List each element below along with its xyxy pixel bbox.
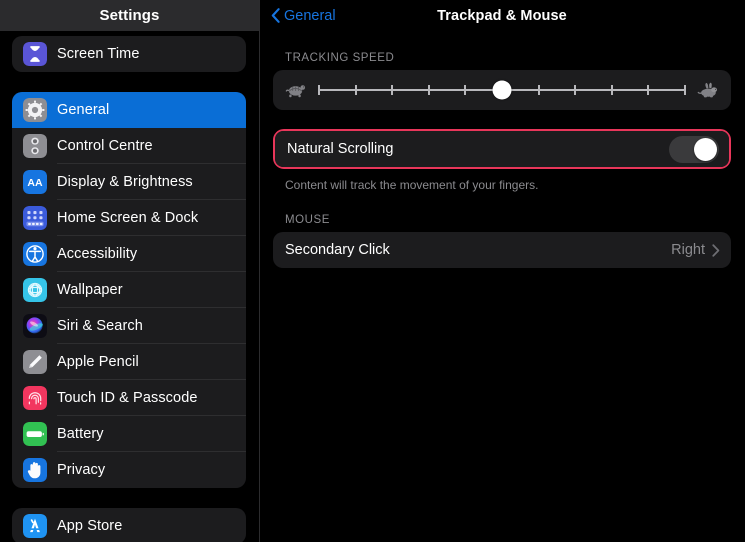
control-centre-icon bbox=[23, 134, 47, 158]
tracking-speed-row[interactable] bbox=[273, 70, 731, 110]
sidebar-title: Settings bbox=[99, 7, 160, 24]
sidebar-scroll-area[interactable]: Screen Time General Control Centre AA Dis… bbox=[0, 0, 259, 542]
back-button[interactable]: General bbox=[271, 0, 336, 31]
battery-icon bbox=[23, 422, 47, 446]
privacy-icon bbox=[23, 458, 47, 482]
detail-pane: General Trackpad & Mouse TRACKING SPEED bbox=[259, 0, 745, 542]
sidebar-item-label: App Store bbox=[57, 518, 123, 534]
sidebar-item-wallpaper[interactable]: Wallpaper bbox=[12, 272, 246, 308]
sidebar-item-label: Display & Brightness bbox=[57, 174, 193, 190]
sidebar-item-label: Home Screen & Dock bbox=[57, 210, 199, 226]
back-button-label: General bbox=[284, 7, 336, 24]
sidebar-item-apple-pencil[interactable]: Apple Pencil bbox=[12, 344, 246, 380]
slider-thumb[interactable] bbox=[492, 80, 512, 100]
toggle-knob bbox=[694, 137, 717, 161]
sidebar-item-label: Privacy bbox=[57, 462, 106, 478]
sidebar-item-battery[interactable]: Battery bbox=[12, 416, 246, 452]
slider-tick bbox=[684, 85, 686, 95]
tracking-speed-section-header: TRACKING SPEED bbox=[285, 52, 395, 64]
sidebar-group-group-store: App Store bbox=[12, 508, 246, 542]
slider-tick bbox=[427, 85, 430, 95]
sidebar-group-list: Screen Time General Control Centre AA Dis… bbox=[0, 36, 259, 542]
chevron-right-icon bbox=[712, 243, 720, 257]
detail-body: TRACKING SPEED Natural Scrolling Content… bbox=[259, 31, 745, 269]
sidebar-item-label: Screen Time bbox=[57, 46, 140, 62]
ipad-settings-window: Screen Time General Control Centre AA Dis… bbox=[0, 0, 745, 542]
secondary-click-label: Secondary Click bbox=[285, 242, 390, 259]
gear-icon bbox=[23, 98, 47, 122]
slider-tick bbox=[574, 85, 577, 95]
sidebar-item-home-screen-and-dock[interactable]: Home Screen & Dock bbox=[12, 200, 246, 236]
slider-tick bbox=[464, 85, 467, 95]
natural-scrolling-highlight: Natural Scrolling bbox=[273, 129, 731, 169]
tracking-speed-card bbox=[273, 70, 731, 110]
svg-text:AA: AA bbox=[27, 177, 43, 189]
slider-tick bbox=[610, 85, 613, 95]
display-brightness-icon: AA bbox=[23, 170, 47, 194]
natural-scrolling-toggle[interactable] bbox=[669, 135, 719, 163]
natural-scrolling-label: Natural Scrolling bbox=[287, 141, 394, 157]
slider-tick bbox=[318, 85, 320, 95]
sidebar-item-control-centre[interactable]: Control Centre bbox=[12, 128, 246, 164]
sidebar-item-label: Wallpaper bbox=[57, 282, 123, 298]
sidebar-item-accessibility[interactable]: Accessibility bbox=[12, 236, 246, 272]
sidebar-group-group-top: Screen Time bbox=[12, 36, 246, 72]
tracking-speed-slider[interactable] bbox=[318, 79, 686, 101]
chevron-left-icon bbox=[271, 8, 280, 23]
wallpaper-icon bbox=[23, 278, 47, 302]
sidebar-item-general[interactable]: General bbox=[12, 92, 246, 128]
slider-tick bbox=[537, 85, 540, 95]
mouse-section-header: MOUSE bbox=[285, 214, 330, 227]
detail-header: General Trackpad & Mouse bbox=[259, 0, 745, 31]
sidebar-item-display-and-brightness[interactable]: AA Display & Brightness bbox=[12, 164, 246, 200]
sidebar-item-label: Apple Pencil bbox=[57, 354, 139, 370]
settings-sidebar: Screen Time General Control Centre AA Dis… bbox=[0, 0, 259, 542]
home-screen-dock-icon bbox=[23, 206, 47, 230]
siri-search-icon bbox=[23, 314, 47, 338]
sidebar-item-label: Accessibility bbox=[57, 246, 138, 262]
slider-tick bbox=[391, 85, 394, 95]
hourglass-icon bbox=[23, 42, 47, 66]
sidebar-item-app-store[interactable]: App Store bbox=[12, 508, 246, 542]
sidebar-item-screen-time[interactable]: Screen Time bbox=[12, 36, 246, 72]
mouse-card: Secondary Click Right bbox=[273, 232, 731, 269]
sidebar-header: Settings bbox=[0, 0, 259, 31]
sidebar-item-label: Siri & Search bbox=[57, 318, 143, 334]
sidebar-item-label: Battery bbox=[57, 426, 104, 442]
sidebar-item-privacy[interactable]: Privacy bbox=[12, 452, 246, 488]
turtle-icon bbox=[285, 79, 307, 101]
secondary-click-value-group: Right bbox=[671, 242, 720, 258]
secondary-click-value: Right bbox=[671, 242, 705, 259]
sidebar-item-label: Control Centre bbox=[57, 138, 153, 154]
sidebar-item-label: Touch ID & Passcode bbox=[57, 390, 198, 406]
sidebar-item-siri-and-search[interactable]: Siri & Search bbox=[12, 308, 246, 344]
sidebar-item-label: General bbox=[57, 102, 110, 118]
app-store-icon bbox=[23, 514, 47, 538]
slider-tick bbox=[647, 85, 650, 95]
rabbit-icon bbox=[697, 79, 719, 101]
natural-scrolling-row[interactable]: Natural Scrolling bbox=[275, 131, 729, 167]
apple-pencil-icon bbox=[23, 350, 47, 374]
accessibility-icon bbox=[23, 242, 47, 266]
sidebar-divider bbox=[259, 0, 260, 542]
secondary-click-row[interactable]: Secondary Click Right bbox=[273, 232, 731, 268]
natural-scrolling-footnote: Content will track the movement of your … bbox=[285, 178, 539, 192]
touch-id-passcode-icon bbox=[23, 386, 47, 410]
sidebar-group-group-system: General Control Centre AA Display & Brigh… bbox=[12, 92, 246, 488]
sidebar-item-touch-id-and-passcode[interactable]: Touch ID & Passcode bbox=[12, 380, 246, 416]
slider-tick bbox=[354, 85, 357, 95]
